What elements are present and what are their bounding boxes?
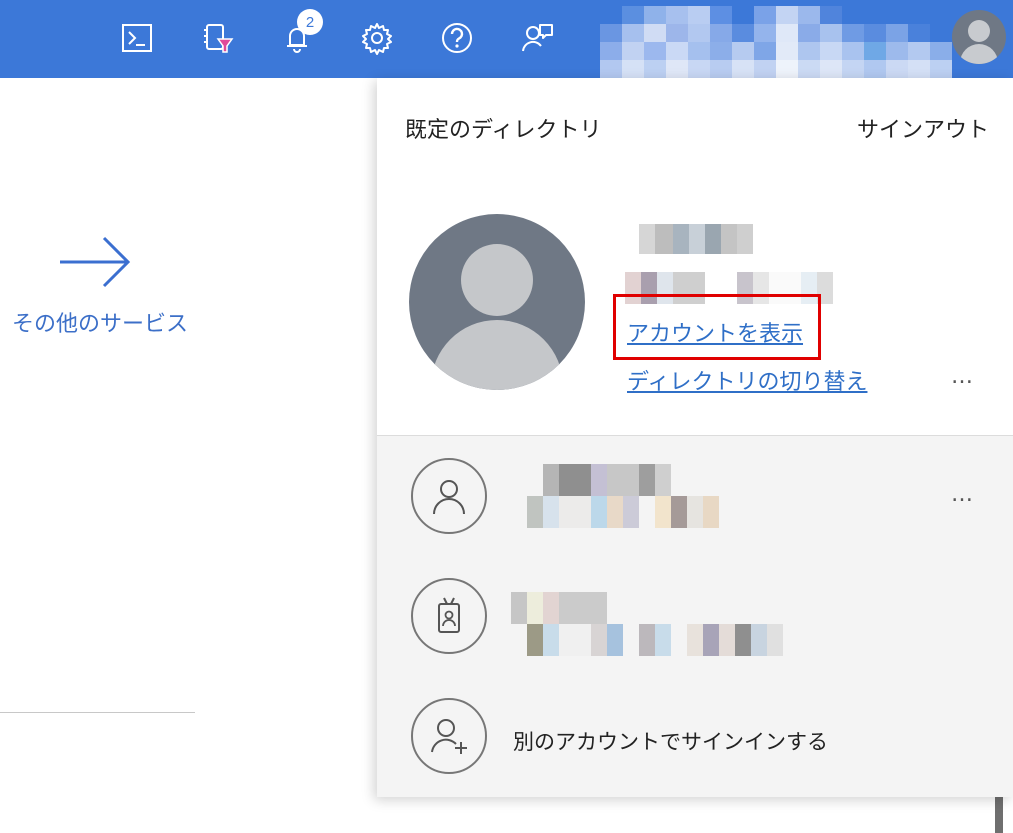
view-account-link[interactable]: アカウントを表示: [627, 316, 803, 348]
other-account-name-redacted: [511, 592, 607, 624]
avatar-head: [461, 244, 533, 316]
avatar-head: [968, 20, 990, 42]
add-user-icon: [431, 719, 467, 754]
add-account-circle[interactable]: [411, 698, 487, 774]
id-badge-icon: [438, 597, 460, 633]
left-divider: [0, 712, 195, 713]
settings-icon[interactable]: [357, 18, 397, 58]
account-avatar-circle[interactable]: [411, 578, 487, 654]
cloud-shell-icon[interactable]: [117, 18, 157, 58]
account-avatar-circle[interactable]: [411, 458, 487, 534]
switch-directory-link[interactable]: ディレクトリの切り替え: [627, 364, 867, 396]
notifications-badge: 2: [297, 9, 323, 35]
other-account-email-redacted: [527, 624, 783, 656]
top-bar: 2: [0, 0, 1013, 78]
profile-avatar: [409, 214, 585, 390]
account-more-options-button[interactable]: …: [951, 482, 975, 507]
account-name-redacted: [600, 6, 952, 78]
current-account-section: 既定のディレクトリ サインアウト アカウントを表示 ディレクトリの切り替え …: [377, 78, 1013, 436]
more-services-link[interactable]: その他のサービス: [12, 306, 188, 338]
other-account-name-redacted: [527, 464, 671, 496]
notifications-icon[interactable]: 2: [277, 9, 323, 58]
more-options-button[interactable]: …: [951, 364, 975, 389]
avatar-body: [960, 44, 998, 64]
sign-out-button[interactable]: サインアウト: [857, 112, 989, 144]
user-name-redacted: [639, 224, 753, 254]
directory-filter-icon[interactable]: [197, 18, 237, 58]
directory-title: 既定のディレクトリ: [405, 118, 602, 143]
feedback-icon[interactable]: [517, 18, 557, 58]
help-icon[interactable]: [437, 18, 477, 58]
sign-in-other-account-button[interactable]: 別のアカウントでサインインする: [513, 726, 828, 756]
scrollbar-thumb[interactable]: [995, 795, 1003, 833]
other-account-email-redacted: [527, 496, 719, 528]
avatar-body: [431, 320, 563, 390]
user-icon: [433, 480, 465, 515]
account-panel: 既定のディレクトリ サインアウト アカウントを表示 ディレクトリの切り替え … …: [377, 78, 1013, 797]
arrow-right-icon[interactable]: [58, 232, 132, 292]
account-avatar-button[interactable]: [952, 10, 1006, 64]
